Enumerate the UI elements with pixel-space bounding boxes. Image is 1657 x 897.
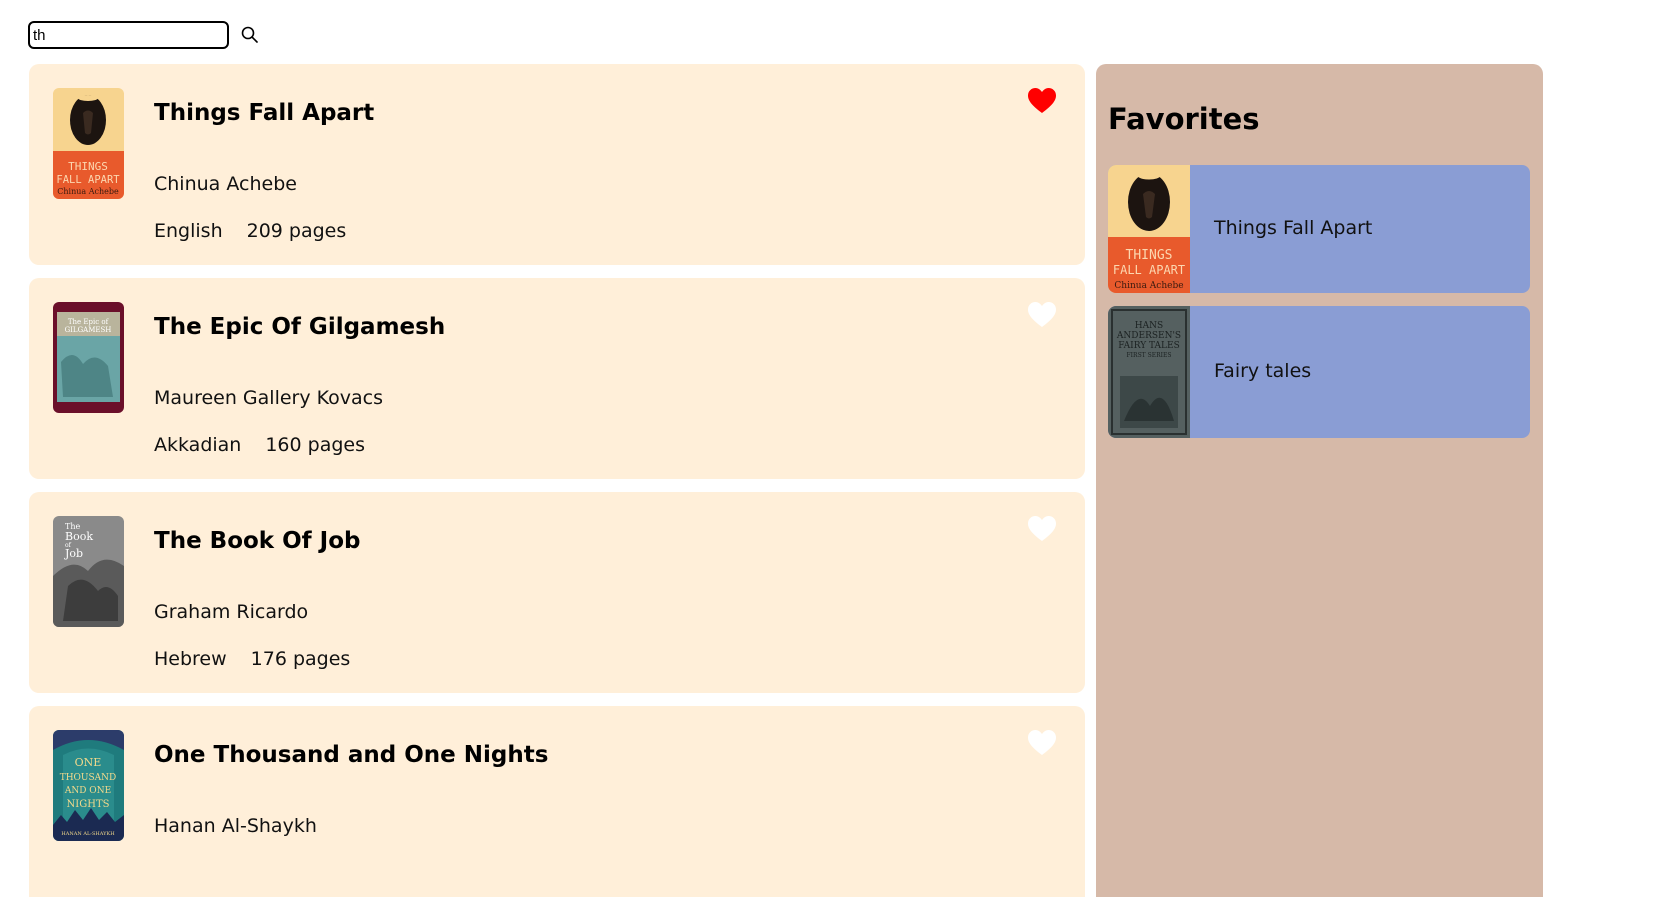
book-meta: English 209 pages	[154, 220, 346, 242]
book-title: The Epic Of Gilgamesh	[154, 314, 446, 340]
book-cover-image: The Epic of GILGAMESH	[53, 302, 124, 413]
book-title: Things Fall Apart	[154, 100, 375, 126]
book-meta: Hebrew 176 pages	[154, 648, 350, 670]
heart-icon[interactable]	[1027, 301, 1057, 329]
book-card[interactable]: ONE THOUSAND AND ONE NIGHTS HANAN AL-SHA…	[29, 706, 1085, 897]
heart-icon[interactable]	[1027, 515, 1057, 543]
book-title: One Thousand and One Nights	[154, 742, 549, 768]
favorite-item-label: Fairy tales	[1214, 360, 1312, 382]
book-cover-image: The Book of Job	[53, 516, 124, 627]
book-language: Akkadian	[154, 434, 242, 456]
book-author: Graham Ricardo	[154, 601, 309, 623]
cover-title-line: FIRST SERIES	[1127, 352, 1172, 359]
favorites-title: Favorites	[1108, 102, 1260, 136]
book-pages: 209 pages	[246, 220, 347, 242]
book-pages: 160 pages	[265, 434, 366, 456]
cover-title-line: FALL APART	[1113, 263, 1185, 277]
search-icon[interactable]	[240, 25, 260, 45]
cover-title-line: ANDERSEN'S	[1116, 331, 1181, 341]
favorite-item[interactable]: THINGS FALL APART Chinua Achebe Things F…	[1108, 165, 1530, 293]
favorites-panel: Favorites THINGS FALL APART Chinua Acheb…	[1096, 64, 1543, 897]
book-title: The Book Of Job	[154, 528, 361, 554]
book-pages: 176 pages	[250, 648, 351, 670]
book-language: Hebrew	[154, 648, 227, 670]
cover-title-line: THINGS	[1126, 248, 1173, 263]
favorite-cover-image: THINGS FALL APART Chinua Achebe	[1108, 165, 1190, 293]
book-author: Maureen Gallery Kovacs	[154, 387, 384, 409]
favorite-item-label: Things Fall Apart	[1214, 217, 1373, 239]
cover-title-line: THINGS	[68, 160, 108, 173]
cover-title-line: The Epic of	[68, 318, 110, 326]
heart-icon[interactable]	[1027, 87, 1057, 115]
favorite-item[interactable]: HANS ANDERSEN'S FAIRY TALES FIRST SERIES…	[1108, 306, 1530, 438]
book-language: English	[154, 220, 223, 242]
favorite-cover-image: HANS ANDERSEN'S FAIRY TALES FIRST SERIES	[1108, 306, 1190, 438]
cover-title-line: Job	[64, 547, 83, 560]
book-list: THINGS FALL APART Chinua Achebe Things F…	[29, 64, 1085, 897]
search-input[interactable]	[28, 21, 229, 49]
cover-author-line: HANAN AL-SHAYKH	[61, 831, 115, 837]
book-card[interactable]: The Epic of GILGAMESH The Epic Of Gilgam…	[29, 278, 1085, 479]
book-meta: Akkadian 160 pages	[154, 434, 365, 456]
book-card[interactable]: The Book of Job The Book Of Job Graham R…	[29, 492, 1085, 693]
cover-title-line: AND ONE	[64, 786, 111, 796]
book-cover-image: ONE THOUSAND AND ONE NIGHTS HANAN AL-SHA…	[53, 730, 124, 841]
cover-title-line: THOUSAND	[60, 773, 117, 783]
book-author: Hanan Al-Shaykh	[154, 815, 317, 837]
heart-icon[interactable]	[1027, 729, 1057, 757]
book-author: Chinua Achebe	[154, 173, 297, 195]
cover-author-line: Chinua Achebe	[57, 187, 119, 196]
search-bar	[28, 21, 260, 49]
cover-title-line: FAIRY TALES	[1118, 341, 1180, 351]
book-card[interactable]: THINGS FALL APART Chinua Achebe Things F…	[29, 64, 1085, 265]
cover-title-line: FALL APART	[56, 174, 120, 186]
cover-title-line: ONE	[75, 756, 102, 769]
cover-title-line: GILGAMESH	[65, 326, 112, 334]
cover-title-line: NIGHTS	[67, 799, 110, 810]
cover-author-line: Chinua Achebe	[1114, 281, 1183, 291]
book-cover-image: THINGS FALL APART Chinua Achebe	[53, 88, 124, 199]
cover-title-line: HANS	[1135, 321, 1163, 331]
